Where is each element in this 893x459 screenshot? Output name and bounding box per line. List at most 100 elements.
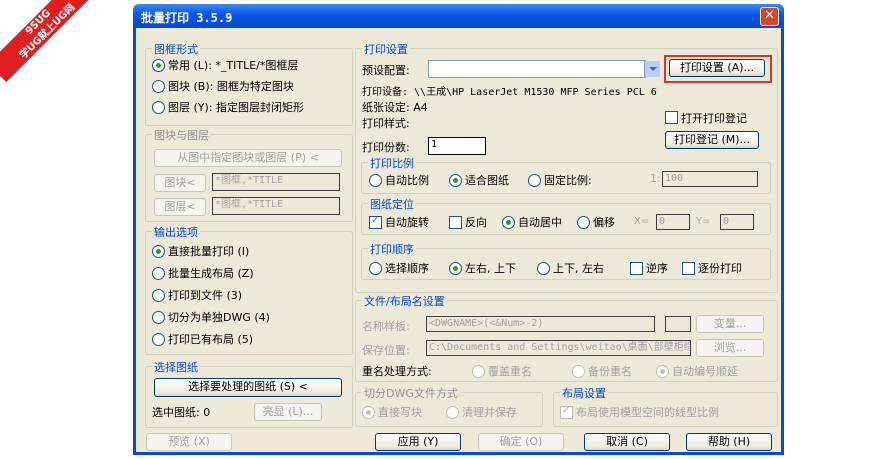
select-drawings-label: 选择图纸: [152, 359, 200, 375]
scale-ratio-input[interactable]: 100: [662, 171, 758, 187]
browse-button[interactable]: 浏览...: [696, 339, 764, 357]
center-label: 自动居中: [518, 216, 562, 229]
offset-label: 偏移: [593, 216, 615, 229]
layer-names-field[interactable]: *图框,*TITLE: [212, 197, 340, 215]
output-radio-print-to-file[interactable]: [152, 289, 165, 302]
frame-style-radio-layer[interactable]: [152, 101, 165, 114]
close-button[interactable]: ✕: [760, 7, 779, 26]
split-option-write-block: 直接写块: [378, 406, 422, 419]
layer-pick-button[interactable]: 图层<: [154, 198, 206, 216]
output-option-direct-print: 直接批量打印 (I): [168, 245, 250, 258]
ok-button[interactable]: 确定 (O): [478, 433, 564, 451]
duplicate-handling-label: 重名处理方式:: [362, 365, 432, 378]
collate-label: 逐份打印: [698, 262, 742, 275]
name-extra-field[interactable]: [665, 316, 691, 332]
offset-radio[interactable]: [577, 216, 590, 229]
output-options-label: 输出选项: [152, 224, 200, 240]
scale-option-fixed: 固定比例:: [544, 174, 592, 187]
preset-dropdown-chevron-icon[interactable]: [644, 61, 660, 77]
open-print-log-checkbox[interactable]: [665, 111, 678, 124]
highlight-button[interactable]: 亮显 (L)...: [254, 403, 322, 421]
dup-radio-overwrite[interactable]: [472, 365, 485, 378]
paper-size-text: 纸张设定: A4: [362, 101, 428, 114]
scale-radio-fit[interactable]: [449, 174, 462, 187]
order-radio-left-right[interactable]: [449, 262, 462, 275]
selected-count-text: 选中图纸: 0: [152, 406, 211, 419]
dialog-client: 图框形式 常用 (L): *_TITLE/*图框层 图块 (B): 图框为特定图…: [136, 28, 781, 452]
dup-option-auto-number: 自动编号顺延: [672, 365, 738, 378]
output-option-print-existing-layouts: 打印已有布局 (5): [168, 333, 254, 346]
print-style-text: 打印样式:: [362, 117, 410, 130]
reverse-checkbox[interactable]: [449, 216, 462, 229]
offset-y-label: Y=: [696, 216, 711, 227]
order-radio-selection[interactable]: [369, 262, 382, 275]
offset-y-input[interactable]: 0: [720, 214, 754, 230]
name-template-input[interactable]: <DWGNAME>(<&Num>-2): [426, 316, 655, 332]
dup-radio-auto-number[interactable]: [656, 365, 669, 378]
frame-style-option-common: 常用 (L): *_TITLE/*图框层: [168, 59, 299, 72]
pick-block-layer-button[interactable]: 从图中指定图块或图层 (P) <: [154, 149, 342, 167]
scale-radio-fixed[interactable]: [528, 174, 541, 187]
preview-button[interactable]: 预览 (X): [146, 433, 232, 451]
frame-style-label: 图框形式: [152, 41, 200, 57]
frame-style-option-layer: 图层 (Y): 指定图层封闭矩形: [168, 101, 305, 114]
reverse-order-label: 逆序: [646, 262, 668, 275]
split-option-purge-save: 清理并保存: [462, 406, 517, 419]
save-location-input[interactable]: C:\Documents and Settings\weitao\桌面\部壁柜综…: [426, 340, 691, 356]
order-option-left-right: 左右, 上下: [465, 262, 516, 275]
offset-x-input[interactable]: 0: [656, 214, 690, 230]
cancel-button[interactable]: 取消 (C): [584, 433, 670, 451]
auto-rotate-checkbox[interactable]: [369, 215, 382, 229]
reverse-label: 反向: [465, 216, 487, 229]
block-layer-label: 图块与图层: [152, 127, 211, 143]
select-drawings-button[interactable]: 选择要处理的图纸 (S) <: [154, 378, 342, 397]
frame-style-radio-common[interactable]: [152, 59, 165, 72]
title-bar[interactable]: 批量打印 3.5.9 ✕: [133, 4, 784, 28]
save-location-label: 保存位置:: [362, 344, 410, 357]
copies-label: 打印份数:: [362, 141, 410, 154]
print-settings-button[interactable]: 打印设置 (A)...: [669, 59, 765, 77]
output-radio-generate-layouts[interactable]: [152, 267, 165, 280]
file-layout-label: 文件/布局名设置: [362, 293, 447, 309]
preset-select[interactable]: [428, 60, 646, 78]
help-button[interactable]: 帮助 (H): [686, 433, 772, 451]
linetype-scale-checkbox[interactable]: [560, 405, 573, 419]
dup-option-overwrite: 覆盖重名: [488, 365, 532, 378]
output-radio-direct-print[interactable]: [152, 245, 165, 258]
print-log-button[interactable]: 打印登记 (M)...: [665, 131, 759, 149]
scale-ratio-prefix: 1:: [650, 172, 661, 185]
output-option-split-dwg: 切分为单独DWG (4): [168, 311, 270, 324]
variable-button[interactable]: 变量...: [696, 315, 764, 333]
split-radio-write-block[interactable]: [362, 406, 375, 419]
watermark-badge: 9SUG 学UG就上UG网: [0, 0, 99, 83]
layout-settings-label: 布局设置: [560, 385, 608, 401]
reverse-order-checkbox[interactable]: [630, 262, 643, 275]
split-radio-purge-save[interactable]: [446, 406, 459, 419]
order-option-top-bottom: 上下, 左右: [553, 262, 604, 275]
output-radio-print-existing-layouts[interactable]: [152, 333, 165, 346]
dup-option-backup: 备份重名: [588, 365, 632, 378]
block-names-field[interactable]: *图框,*TITLE: [212, 173, 340, 191]
printer-device-text: 打印设备: \\王成\HP LaserJet M1530 MFP Series …: [362, 87, 657, 98]
scale-radio-auto[interactable]: [369, 174, 382, 187]
scale-option-fit: 适合图纸: [465, 174, 509, 187]
linetype-scale-label: 布局使用模型空间的线型比例: [576, 406, 719, 419]
order-radio-top-bottom[interactable]: [537, 262, 550, 275]
offset-x-label: X=: [634, 216, 650, 227]
paper-position-label: 图纸定位: [368, 196, 416, 212]
copies-input[interactable]: 1: [428, 137, 486, 155]
print-scale-label: 打印比例: [368, 155, 416, 171]
center-radio[interactable]: [502, 216, 515, 229]
output-radio-split-dwg[interactable]: [152, 311, 165, 324]
frame-style-radio-block[interactable]: [152, 80, 165, 93]
collate-checkbox[interactable]: [682, 262, 695, 275]
dup-radio-backup[interactable]: [572, 365, 585, 378]
open-print-log-label: 打开打印登记: [681, 112, 747, 125]
name-template-label: 名称样板:: [362, 320, 410, 333]
auto-rotate-label: 自动旋转: [385, 216, 429, 229]
block-pick-button[interactable]: 图块<: [154, 174, 206, 192]
apply-button[interactable]: 应用 (Y): [375, 433, 461, 451]
preset-label: 预设配置:: [362, 64, 410, 77]
output-option-generate-layouts: 批量生成布局 (Z): [168, 267, 254, 280]
order-option-selection: 选择顺序: [385, 262, 429, 275]
